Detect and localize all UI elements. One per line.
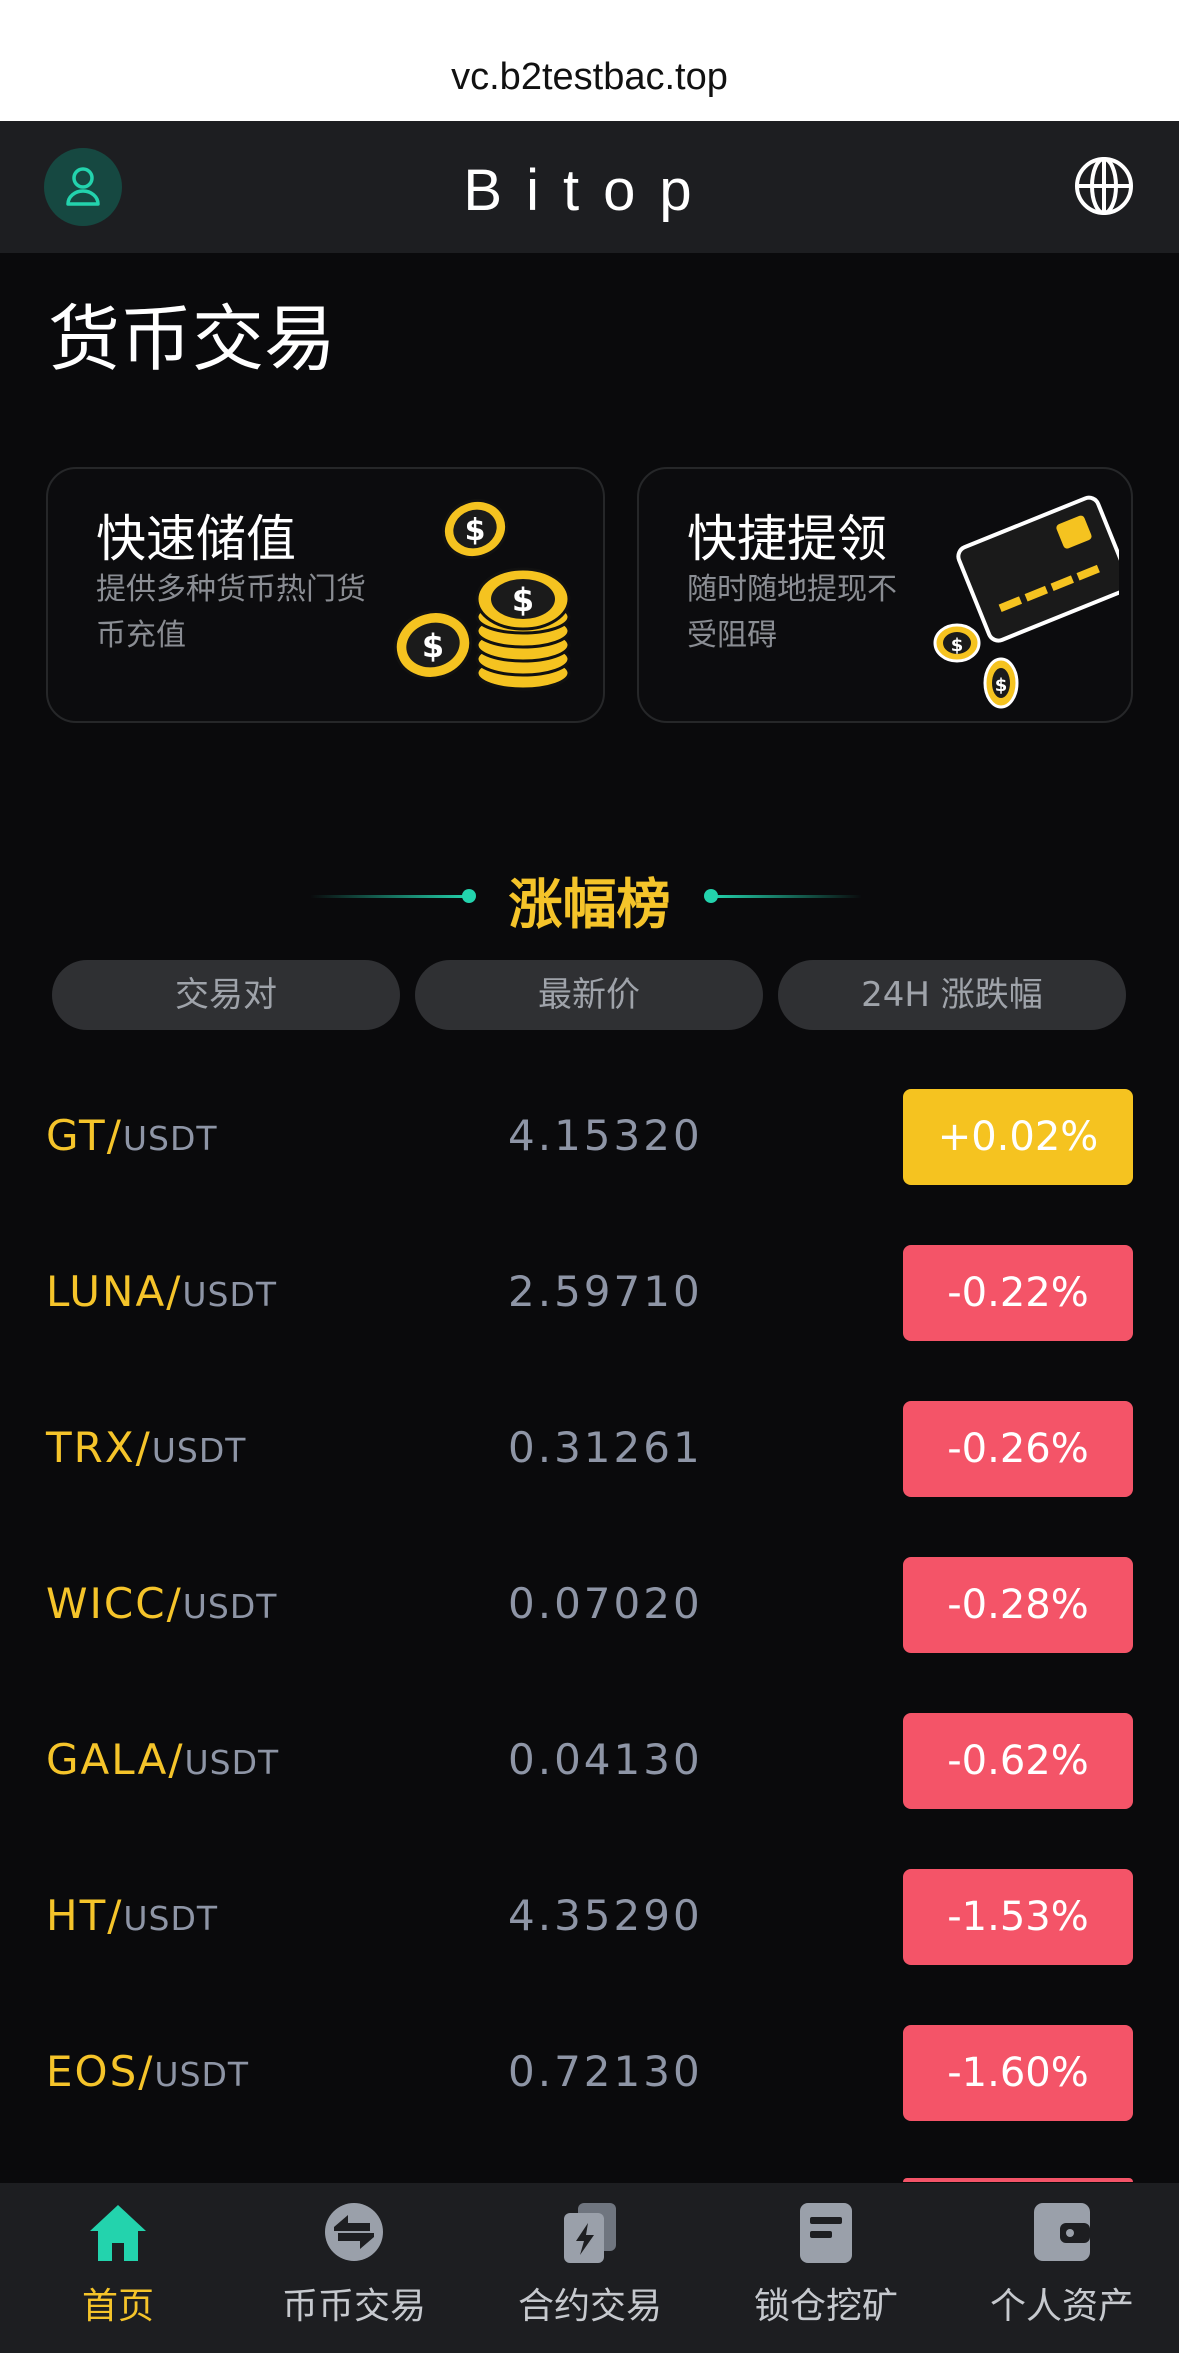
last-price: 4.35290 [508,1891,703,1940]
pair-quote: USDT [154,2055,250,2094]
table-row[interactable]: EOS/USDT 0.72130 -1.60% [0,2025,1179,2121]
language-globe-icon[interactable] [1072,154,1136,218]
change-badge: -0.62% [903,1713,1133,1809]
pair-label: HT/USDT [46,1891,219,1940]
svg-text:$: $ [512,581,534,619]
pair-quote: USDT [122,1119,218,1158]
change-badge: -0.28% [903,1557,1133,1653]
card-title: 快速储值 [96,510,296,568]
bottom-navigation: 首页 币币交易 合约交易 锁仓挖矿 个人资产 [0,2183,1179,2353]
app-header: Bitop [0,121,1179,253]
exchange-icon [325,2203,383,2261]
quick-deposit-card[interactable]: 快速储值 提供多种货币热门货币充值 $ $ $ [46,467,605,723]
pair-label: GALA/USDT [46,1735,280,1784]
wallet-icon [1034,2203,1090,2261]
column-header-price[interactable]: 最新价 [415,960,763,1030]
card-title: 快捷提领 [687,510,887,568]
svg-text:$: $ [995,675,1008,696]
tab-label: 个人资产 [989,2286,1134,2327]
tab-contract-trading[interactable]: 合约交易 [472,2183,708,2353]
pair-base: EOS [46,2047,139,2096]
last-price: 0.72130 [508,2047,703,2096]
svg-text:$: $ [465,513,486,548]
last-price: 0.07020 [508,1579,703,1628]
tab-home[interactable]: 首页 [0,2183,236,2353]
ranking-section-header: 涨幅榜 [0,860,1179,936]
pair-base: GT [46,1111,107,1160]
page-title: 货币交易 [48,297,337,381]
tab-label: 币币交易 [281,2286,426,2327]
pair-base: GALA [46,1735,169,1784]
pair-base: HT [46,1891,108,1940]
brand-title: Bitop [463,158,716,223]
table-row[interactable]: LUNA/USDT 2.59710 -0.22% [0,1245,1179,1341]
table-row[interactable]: TRX/USDT 0.31261 -0.26% [0,1401,1179,1497]
table-row[interactable]: GT/USDT 4.15320 +0.02% [0,1089,1179,1185]
ranking-title: 涨幅榜 [508,873,671,936]
change-badge: -1.53% [903,1869,1133,1965]
tab-lock-mining[interactable]: 锁仓挖矿 [708,2183,944,2353]
pair-label: EOS/USDT [46,2047,250,2096]
tab-spot-trading[interactable]: 币币交易 [236,2183,472,2353]
pair-quote: USDT [184,1743,280,1782]
next-row-badge-peek [903,2178,1133,2182]
tab-personal-assets[interactable]: 个人资产 [944,2183,1179,2353]
bank-card-icon: $ $ [933,495,1119,709]
tab-label: 锁仓挖矿 [753,2286,898,2327]
last-price: 2.59710 [508,1267,703,1316]
column-header-change[interactable]: 24H 涨跌幅 [778,960,1126,1030]
home-icon [90,2205,146,2261]
pair-base: LUNA [46,1267,167,1316]
decor-line-right [712,895,862,898]
change-badge: -0.26% [903,1401,1133,1497]
pair-quote: USDT [182,1587,278,1626]
browser-url-bar[interactable]: vc.b2testbac.top [0,0,1179,121]
table-row[interactable]: GALA/USDT 0.04130 -0.62% [0,1713,1179,1809]
browser-url[interactable]: vc.b2testbac.top [0,56,1179,99]
change-badge: -1.60% [903,2025,1133,2121]
coins-stack-icon: $ $ $ [393,499,571,691]
tab-label: 首页 [81,2286,154,2327]
change-badge: +0.02% [903,1089,1133,1185]
table-row[interactable]: HT/USDT 4.35290 -1.53% [0,1869,1179,1965]
quick-withdraw-card[interactable]: 快捷提领 随时随地提现不受阻碍 $ $ [637,467,1133,723]
tab-label: 合约交易 [517,2286,662,2327]
pair-quote: USDT [151,1431,247,1470]
last-price: 0.04130 [508,1735,703,1784]
contract-icon [564,2203,616,2263]
pair-label: WICC/USDT [46,1579,278,1628]
mining-icon [800,2203,852,2263]
table-row[interactable]: WICC/USDT 0.07020 -0.28% [0,1557,1179,1653]
svg-text:$: $ [951,635,964,656]
pair-label: TRX/USDT [46,1423,247,1472]
change-badge: -0.22% [903,1245,1133,1341]
pair-label: GT/USDT [46,1111,218,1160]
svg-text:$: $ [422,627,444,665]
pair-quote: USDT [123,1899,219,1938]
pair-quote: USDT [182,1275,278,1314]
card-description: 提供多种货币热门货币充值 [96,572,366,653]
card-description: 随时随地提现不受阻碍 [687,572,897,653]
pair-base: WICC [46,1579,167,1628]
last-price: 0.31261 [508,1423,703,1472]
pair-label: LUNA/USDT [46,1267,278,1316]
column-header-pair[interactable]: 交易对 [52,960,400,1030]
pair-base: TRX [46,1423,136,1472]
last-price: 4.15320 [508,1111,703,1160]
